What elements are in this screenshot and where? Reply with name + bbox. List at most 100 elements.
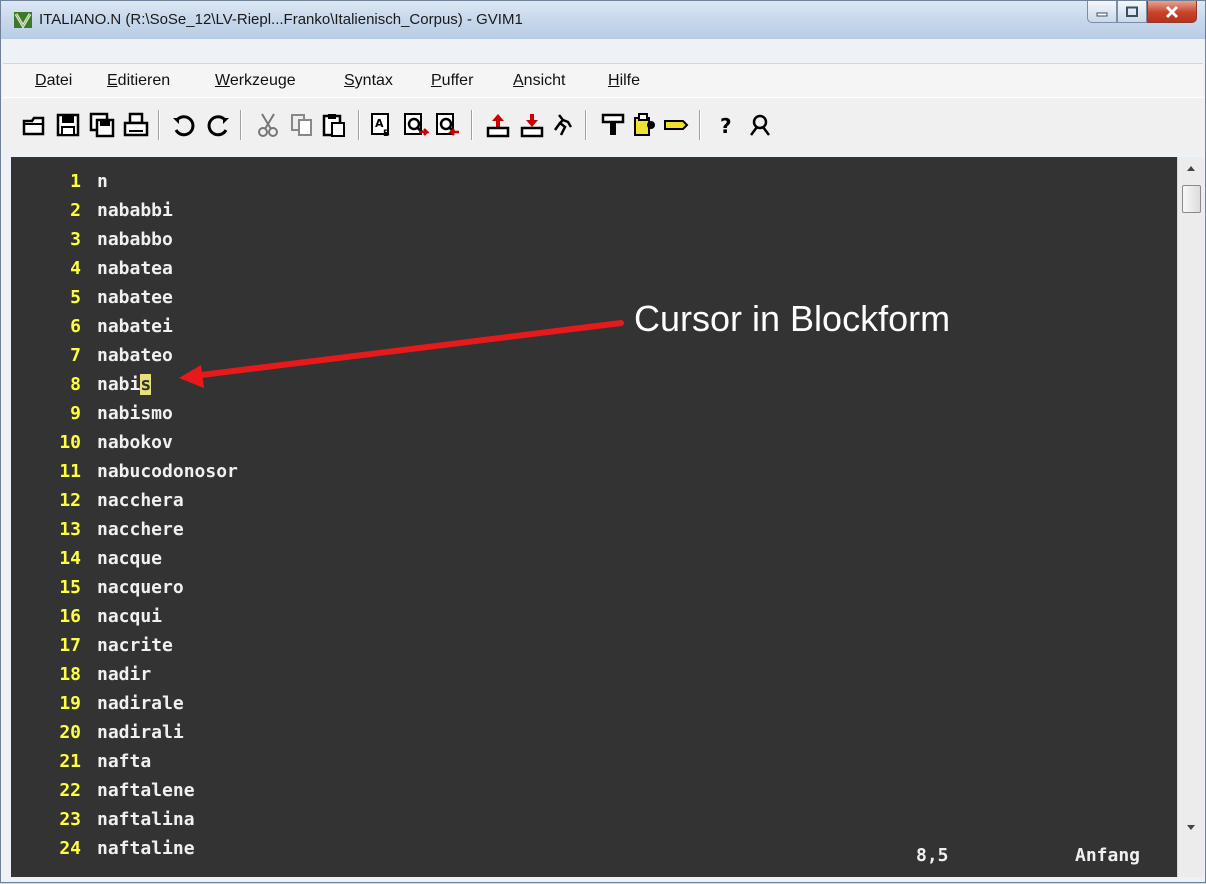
line-text: nacquero — [97, 577, 184, 598]
text-line[interactable]: 9 nabismo — [11, 399, 238, 428]
minimize-icon — [1096, 12, 1108, 16]
text-line[interactable]: 10 nabokov — [11, 428, 238, 457]
line-text: nabokov — [97, 432, 173, 453]
scroll-up-button[interactable] — [1178, 157, 1204, 179]
run-script-icon[interactable] — [551, 112, 577, 138]
text-line[interactable]: 13 nacchere — [11, 515, 238, 544]
menu-syntax[interactable]: Syntax — [344, 72, 393, 90]
line-number: 16 — [59, 606, 81, 627]
line-text: nabateo — [97, 345, 173, 366]
vertical-scrollbar[interactable] — [1177, 157, 1204, 877]
line-number: 19 — [59, 693, 81, 714]
find-prev-icon[interactable] — [435, 112, 461, 138]
save-icon[interactable] — [55, 112, 81, 138]
text-line[interactable]: 6 nabatei — [11, 312, 238, 341]
editor-area[interactable]: 1n 2 nababbi 3 nababbo 4 nabatea 5 nabatee 6… — [11, 157, 1177, 877]
line-text: nabismo — [97, 403, 173, 424]
cursor-line[interactable]: 8 nabis — [11, 370, 238, 399]
text-line[interactable]: 23 naftalina — [11, 805, 238, 834]
line-number: 6 — [70, 316, 81, 337]
text-line[interactable]: 16 nacqui — [11, 602, 238, 631]
line-number: 13 — [59, 519, 81, 540]
line-number: 7 — [70, 345, 81, 366]
line-text: nabatea — [97, 258, 173, 279]
close-icon — [1165, 5, 1179, 18]
title-bar[interactable]: ITALIANO.N (R:\SoSe_12\LV-Riepl...Franko… — [1, 1, 1205, 39]
tags-icon[interactable] — [663, 112, 689, 138]
text-line[interactable]: 7 nabateo — [11, 341, 238, 370]
toolbar-separator — [158, 110, 160, 140]
close-button[interactable] — [1147, 1, 1197, 23]
line-number: 20 — [59, 722, 81, 743]
menu-ansicht[interactable]: Ansicht — [513, 72, 565, 90]
menu-puffer[interactable]: Puffer — [431, 72, 473, 90]
text-line[interactable]: 22 naftalene — [11, 776, 238, 805]
arrow-down-icon — [1187, 825, 1195, 830]
svg-text:?: ? — [720, 114, 732, 138]
open-icon[interactable] — [21, 112, 47, 138]
text-line[interactable]: 4 nabatea — [11, 254, 238, 283]
find-next-icon[interactable] — [403, 112, 429, 138]
line-text: nabucodonosor — [97, 461, 238, 482]
text-line[interactable]: 19 nadirale — [11, 689, 238, 718]
scrollbar-thumb[interactable] — [1182, 185, 1201, 213]
help-icon[interactable]: ? — [713, 112, 739, 138]
block-cursor: s — [140, 374, 152, 395]
text-line[interactable]: 18 nadir — [11, 660, 238, 689]
line-number: 9 — [70, 403, 81, 424]
cut-icon[interactable] — [255, 112, 281, 138]
minimize-button[interactable] — [1087, 1, 1117, 23]
text-line[interactable]: 21 nafta — [11, 747, 238, 776]
maximize-button[interactable] — [1117, 1, 1147, 23]
toolbar-separator — [585, 110, 587, 140]
line-text: nacchera — [97, 490, 184, 511]
undo-icon[interactable] — [171, 112, 197, 138]
text-line[interactable]: 20 nadirali — [11, 718, 238, 747]
line-text: nacrite — [97, 635, 173, 656]
line-text: nadirali — [97, 722, 184, 743]
annotation-label: Cursor in Blockform — [634, 298, 951, 339]
line-text: nadir — [97, 664, 152, 685]
shell-icon[interactable] — [631, 112, 657, 138]
print-icon[interactable] — [123, 112, 149, 138]
make-icon[interactable] — [600, 112, 626, 138]
scroll-position: Anfang — [1075, 845, 1141, 866]
save-session-icon[interactable] — [519, 112, 545, 138]
save-all-icon[interactable] — [89, 112, 115, 138]
text-line[interactable]: 2 nababbi — [11, 196, 238, 225]
text-line[interactable]: 5 nabatee — [11, 283, 238, 312]
gvim-icon — [14, 12, 32, 29]
text-line[interactable]: 11 nabucodonosor — [11, 457, 238, 486]
line-text: naftalene — [97, 780, 195, 801]
line-number: 11 — [59, 461, 81, 482]
line-text: nacque — [97, 548, 163, 569]
toolbar-separator — [240, 110, 242, 140]
menu-werkzeuge[interactable]: Werkzeuge — [215, 72, 296, 90]
line-number: 4 — [70, 258, 81, 279]
line-number: 14 — [59, 548, 81, 569]
menu-hilfe[interactable]: Hilfe — [608, 72, 640, 90]
copy-icon[interactable] — [289, 112, 315, 138]
text-line[interactable]: 14 nacque — [11, 544, 238, 573]
line-number: 5 — [70, 287, 81, 308]
gvim-window: ITALIANO.N (R:\SoSe_12\LV-Riepl...Franko… — [0, 0, 1206, 883]
line-number: 1 — [70, 171, 81, 192]
menu-bar — [3, 63, 1203, 98]
line-text: nababbi — [97, 200, 173, 221]
redo-icon[interactable] — [205, 112, 231, 138]
text-line[interactable]: 24 naftaline — [11, 834, 238, 863]
text-line[interactable]: 17 nacrite — [11, 631, 238, 660]
paste-icon[interactable] — [321, 112, 347, 138]
menu-editieren[interactable]: Editieren — [107, 72, 170, 90]
text-line[interactable]: 12 nacchera — [11, 486, 238, 515]
find-help-icon[interactable] — [747, 112, 773, 138]
text-buffer[interactable]: 1n 2 nababbi 3 nababbo 4 nabatea 5 nabatee 6… — [11, 167, 238, 863]
text-line[interactable]: 3 nababbo — [11, 225, 238, 254]
line-number: 12 — [59, 490, 81, 511]
text-line[interactable]: 15 nacquero — [11, 573, 238, 602]
load-session-icon[interactable] — [485, 112, 511, 138]
menu-datei[interactable]: Datei — [35, 72, 72, 90]
replace-icon[interactable]: AB — [369, 112, 395, 138]
text-line[interactable]: 1n — [11, 167, 238, 196]
scroll-down-button[interactable] — [1178, 817, 1204, 839]
